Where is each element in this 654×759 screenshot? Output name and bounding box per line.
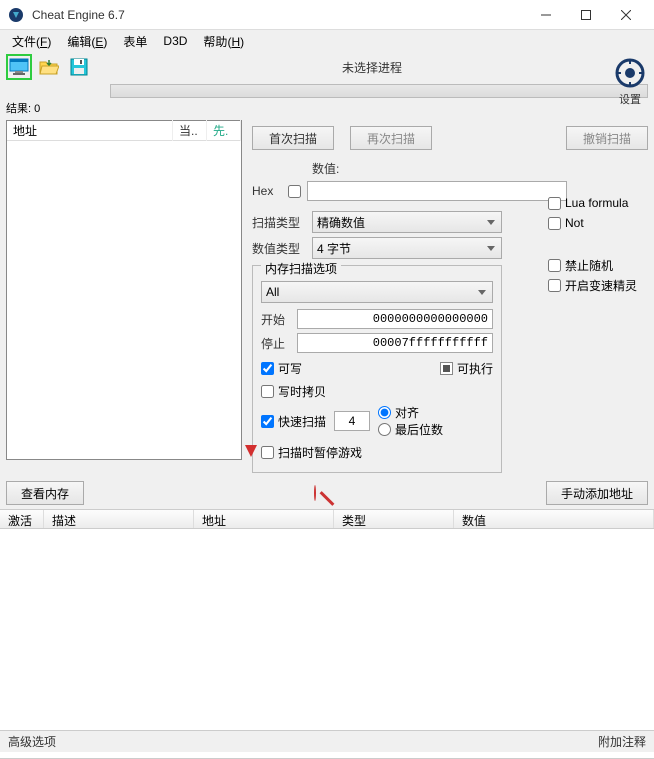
- th-address[interactable]: 地址: [194, 510, 334, 528]
- start-label: 开始: [261, 311, 291, 328]
- fast-scan-label: 快速扫描: [278, 413, 326, 430]
- next-scan-button[interactable]: 再次扫描: [350, 126, 432, 150]
- value-type-label: 数值类型: [252, 240, 306, 257]
- last-digits-label: 最后位数: [395, 421, 443, 438]
- settings-label[interactable]: 设置: [612, 91, 648, 107]
- th-type[interactable]: 类型: [334, 510, 454, 528]
- menu-edit[interactable]: 编辑(E): [59, 31, 115, 52]
- hex-checkbox[interactable]: [288, 185, 301, 198]
- executable-checkbox[interactable]: [440, 362, 453, 375]
- value-label: 数值:: [312, 160, 648, 177]
- progress-bar: [110, 84, 648, 98]
- open-file-button[interactable]: [36, 54, 62, 80]
- col-current[interactable]: 当..: [173, 120, 207, 141]
- last-digits-radio[interactable]: [378, 423, 391, 436]
- menu-help[interactable]: 帮助(H): [195, 31, 252, 52]
- undo-scan-button[interactable]: 撤销扫描: [566, 126, 648, 150]
- fast-scan-checkbox[interactable]: [261, 415, 274, 428]
- disable-random-checkbox[interactable]: [548, 259, 561, 272]
- process-label: 未选择进程: [96, 57, 648, 78]
- not-checkbox[interactable]: [548, 217, 561, 230]
- fast-scan-value-input[interactable]: [334, 411, 370, 431]
- menu-bar: 文件(F) 编辑(E) 表单 D3D 帮助(H): [0, 30, 654, 52]
- found-list-header: 地址 当.. 先.: [7, 121, 241, 141]
- not-label: Not: [565, 216, 584, 230]
- value-type-select[interactable]: 4 字节: [312, 237, 502, 259]
- memory-scan-options-group: 内存扫描选项 All 开始 停止 可写: [252, 265, 502, 473]
- address-list-body[interactable]: [0, 529, 654, 759]
- col-address[interactable]: 地址: [7, 120, 173, 141]
- window-title: Cheat Engine 6.7: [32, 8, 526, 22]
- address-list-header: 激活 描述 地址 类型 数值: [0, 509, 654, 529]
- advanced-options-link[interactable]: 高级选项: [8, 733, 56, 750]
- value-input[interactable]: [307, 181, 567, 201]
- disable-random-label: 禁止随机: [565, 257, 613, 274]
- add-comment-link[interactable]: 附加注释: [598, 733, 646, 750]
- add-to-addresslist-icon[interactable]: [243, 443, 259, 459]
- col-previous[interactable]: 先.: [207, 120, 241, 141]
- pause-game-checkbox[interactable]: [261, 446, 274, 459]
- view-memory-button[interactable]: 查看内存: [6, 481, 84, 505]
- th-description[interactable]: 描述: [44, 510, 194, 528]
- results-count-label: 结果: 0: [0, 100, 654, 116]
- scan-type-label: 扫描类型: [252, 214, 306, 231]
- th-active[interactable]: 激活: [0, 510, 44, 528]
- copy-on-write-label: 写时拷贝: [278, 383, 326, 400]
- minimize-button[interactable]: [526, 1, 566, 29]
- select-process-button[interactable]: [6, 54, 32, 80]
- lua-formula-label: Lua formula: [565, 196, 628, 210]
- hex-label: Hex: [252, 184, 282, 198]
- lua-formula-checkbox[interactable]: [548, 197, 561, 210]
- found-list[interactable]: 地址 当.. 先.: [6, 120, 242, 460]
- pause-game-label: 扫描时暂停游戏: [278, 444, 362, 461]
- maximize-button[interactable]: [566, 1, 606, 29]
- copy-on-write-checkbox[interactable]: [261, 385, 274, 398]
- aligned-label: 对齐: [395, 404, 419, 421]
- writable-checkbox[interactable]: [261, 362, 274, 375]
- add-address-manual-button[interactable]: 手动添加地址: [546, 481, 648, 505]
- save-button[interactable]: [66, 54, 92, 80]
- aligned-radio[interactable]: [378, 406, 391, 419]
- stop-label: 停止: [261, 335, 291, 352]
- speedhack-checkbox[interactable]: [548, 279, 561, 292]
- start-address-input[interactable]: [297, 309, 493, 329]
- app-icon: [8, 7, 24, 23]
- cheat-engine-logo-icon[interactable]: [615, 77, 645, 91]
- executable-label: 可执行: [457, 360, 493, 377]
- first-scan-button[interactable]: 首次扫描: [252, 126, 334, 150]
- menu-d3d[interactable]: D3D: [155, 32, 195, 50]
- close-button[interactable]: [606, 1, 646, 29]
- menu-table[interactable]: 表单: [115, 31, 155, 52]
- menu-file[interactable]: 文件(F): [4, 31, 59, 52]
- scan-type-select[interactable]: 精确数值: [312, 211, 502, 233]
- th-value[interactable]: 数值: [454, 510, 654, 528]
- stop-icon[interactable]: [314, 486, 316, 500]
- region-select[interactable]: All: [261, 281, 493, 303]
- speedhack-label: 开启变速精灵: [565, 277, 637, 294]
- writable-label: 可写: [278, 360, 302, 377]
- status-bar: 高级选项 附加注释: [0, 730, 654, 752]
- memory-scan-options-legend: 内存扫描选项: [261, 260, 341, 277]
- stop-address-input[interactable]: [297, 333, 493, 353]
